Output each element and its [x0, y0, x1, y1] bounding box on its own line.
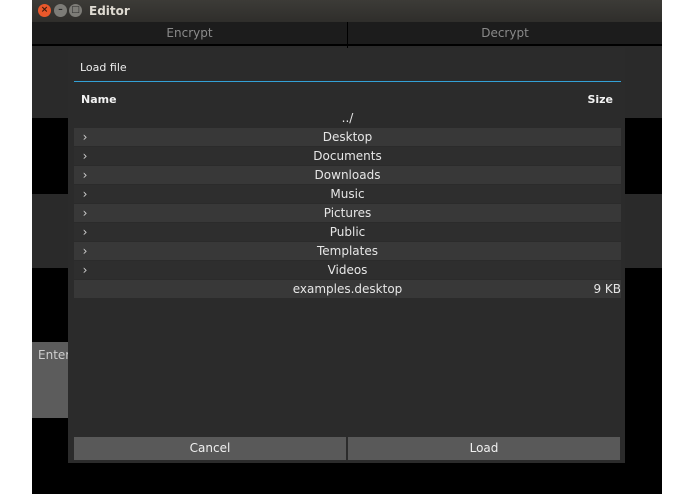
entry-name: Documents [313, 149, 382, 163]
window-title: Editor [89, 4, 130, 18]
maximize-window-icon[interactable]: □ [69, 4, 82, 17]
entry-name: Desktop [322, 130, 373, 144]
folder-row[interactable]: › Templates [74, 242, 621, 260]
entry-name: Public [329, 225, 366, 239]
folder-row[interactable]: › Downloads [74, 166, 621, 184]
size-column-header[interactable]: Size [587, 93, 613, 106]
folder-row[interactable]: › Public [74, 223, 621, 241]
enter-label: Enter [38, 348, 71, 362]
folder-row[interactable]: › Videos [74, 261, 621, 279]
parent-dir-item[interactable]: ../ [74, 109, 621, 127]
entry-name: Pictures [323, 206, 372, 220]
minimize-window-icon[interactable]: – [54, 4, 67, 17]
dialog-title: Load file [80, 61, 127, 74]
cancel-button[interactable]: Cancel [74, 437, 346, 460]
entry-name: Music [330, 187, 365, 201]
file-row[interactable]: examples.desktop 9 KB [74, 280, 621, 298]
encrypt-header[interactable]: Encrypt [32, 22, 347, 44]
folder-row[interactable]: › Music [74, 185, 621, 203]
folder-row[interactable]: › Documents [74, 147, 621, 165]
entry-name: examples.desktop [292, 282, 403, 296]
load-button[interactable]: Load [348, 437, 620, 460]
load-file-dialog: Load file Name Size ../ › Desktop › Documen… [68, 48, 625, 463]
entry-name: Templates [316, 244, 378, 258]
close-window-icon[interactable]: × [38, 4, 51, 17]
folder-row[interactable]: › Pictures [74, 204, 621, 222]
window-titlebar: × – □ Editor [32, 0, 662, 22]
entry-size: 9 KB [593, 282, 621, 296]
entry-name: Downloads [314, 168, 381, 182]
name-column-header[interactable]: Name [81, 93, 117, 106]
entry-name: Videos [327, 263, 368, 277]
title-divider [74, 81, 621, 82]
decrypt-header[interactable]: Decrypt [348, 22, 662, 44]
folder-row[interactable]: › Desktop [74, 128, 621, 146]
